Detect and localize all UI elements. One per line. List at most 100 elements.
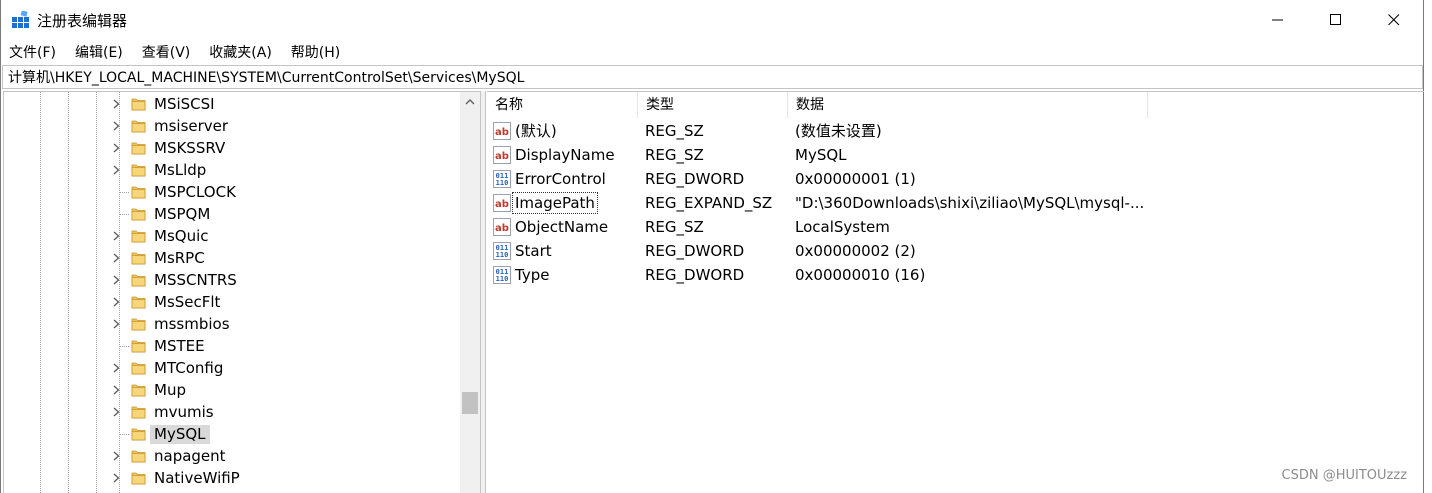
tree-item-label: MsSecFlt bbox=[154, 293, 221, 311]
tree-item[interactable]: MsQuic bbox=[4, 225, 460, 247]
tree-expander[interactable] bbox=[110, 450, 122, 462]
tree-expander[interactable] bbox=[110, 296, 122, 308]
value-name: ObjectName bbox=[515, 218, 609, 236]
tree-item-label: NativeWifiP bbox=[154, 469, 240, 487]
minimize-button[interactable] bbox=[1249, 0, 1307, 40]
list-item[interactable]: ab DisplayName REG_SZ MySQL bbox=[487, 143, 1407, 167]
tree-item[interactable]: mvumis bbox=[4, 401, 460, 423]
tree-item[interactable]: mssmbios bbox=[4, 313, 460, 335]
title-bar[interactable]: 注册表编辑器 bbox=[1, 0, 1423, 40]
tree-expander[interactable] bbox=[110, 98, 122, 110]
tree-item-label: MySQL bbox=[150, 425, 210, 444]
binary-value-icon: 011 110 bbox=[493, 242, 511, 260]
value-data: (数值未设置) bbox=[795, 122, 882, 140]
menu-view[interactable]: 查看(V) bbox=[140, 42, 193, 62]
chevron-right-icon bbox=[113, 143, 119, 153]
registry-editor-app-icon bbox=[12, 11, 29, 28]
string-value-icon: ab bbox=[493, 194, 511, 212]
pane-splitter[interactable] bbox=[480, 91, 486, 493]
tree-item-label: MSiSCSI bbox=[154, 95, 215, 113]
list-item[interactable]: ab (默认) REG_SZ (数值未设置) bbox=[487, 119, 1407, 143]
tree-item[interactable]: MsLldp bbox=[4, 159, 460, 181]
svg-text:110: 110 bbox=[496, 179, 509, 187]
chevron-right-icon bbox=[113, 165, 119, 175]
chevron-right-icon bbox=[113, 231, 119, 241]
svg-text:ab: ab bbox=[495, 151, 509, 162]
column-header-name[interactable]: 名称 bbox=[487, 92, 638, 118]
value-data: LocalSystem bbox=[795, 218, 890, 236]
folder-icon bbox=[131, 428, 146, 441]
list-item[interactable]: 011 110 Type REG_DWORD 0x00000010 (16) bbox=[487, 263, 1407, 287]
tree-expander[interactable] bbox=[110, 274, 122, 286]
column-header-type[interactable]: 类型 bbox=[638, 92, 788, 118]
tree-item[interactable]: msiserver bbox=[4, 115, 460, 137]
tree-item-label: mssmbios bbox=[154, 315, 230, 333]
tree-item[interactable]: Mup bbox=[4, 379, 460, 401]
scroll-up-button[interactable] bbox=[460, 92, 480, 112]
tree-expander[interactable] bbox=[110, 164, 122, 176]
tree-expander[interactable] bbox=[110, 362, 122, 374]
list-item[interactable]: ab ObjectName REG_SZ LocalSystem bbox=[487, 215, 1407, 239]
tree-expander[interactable] bbox=[110, 142, 122, 154]
folder-icon bbox=[131, 472, 146, 485]
tree-expander[interactable] bbox=[110, 384, 122, 396]
string-value-icon: ab bbox=[493, 122, 511, 140]
tree-expander[interactable] bbox=[110, 120, 122, 132]
folder-icon bbox=[131, 340, 146, 353]
folder-icon bbox=[131, 252, 146, 265]
value-name: ErrorControl bbox=[515, 170, 606, 188]
menu-bar: 文件(F) 编辑(E) 查看(V) 收藏夹(A) 帮助(H) bbox=[1, 40, 1423, 64]
list-header: 名称 类型 数据 bbox=[487, 92, 1424, 118]
tree-item-label: msiserver bbox=[154, 117, 229, 135]
tree-item[interactable]: MsRPC bbox=[4, 247, 460, 269]
minimize-icon bbox=[1272, 19, 1283, 21]
values-list-pane: 名称 类型 数据 ab (默认) REG_SZ (数值未设置) ab DisplayNam… bbox=[487, 91, 1424, 493]
tree-item-label: MSPCLOCK bbox=[154, 183, 236, 201]
menu-file[interactable]: 文件(F) bbox=[7, 42, 58, 62]
tree-expander[interactable] bbox=[110, 230, 122, 242]
scroll-thumb[interactable] bbox=[462, 392, 478, 414]
window-title: 注册表编辑器 bbox=[37, 12, 128, 30]
value-name: Type bbox=[515, 266, 550, 284]
tree-item[interactable]: MSSCNTRS bbox=[4, 269, 460, 291]
maximize-button[interactable] bbox=[1307, 0, 1365, 40]
value-data: 0x00000001 (1) bbox=[795, 170, 916, 188]
tree-expander[interactable] bbox=[110, 252, 122, 264]
list-item[interactable]: ab ImagePath REG_EXPAND_SZ "D:\360Downloads… bbox=[487, 191, 1407, 215]
tree-connector-line bbox=[119, 192, 129, 193]
folder-icon bbox=[131, 406, 146, 419]
tree-item[interactable]: MSPCLOCK bbox=[4, 181, 460, 203]
tree-expander[interactable] bbox=[110, 406, 122, 418]
tree-expander[interactable] bbox=[110, 472, 122, 484]
column-header-data[interactable]: 数据 bbox=[788, 92, 1148, 118]
close-button[interactable] bbox=[1365, 0, 1423, 40]
list-item[interactable]: 011 110 Start REG_DWORD 0x00000002 (2) bbox=[487, 239, 1407, 263]
folder-icon bbox=[131, 142, 146, 155]
svg-text:110: 110 bbox=[496, 275, 509, 283]
menu-help[interactable]: 帮助(H) bbox=[289, 42, 342, 62]
tree-item[interactable]: napagent bbox=[4, 445, 460, 467]
tree-expander[interactable] bbox=[110, 318, 122, 330]
address-path: 计算机\HKEY_LOCAL_MACHINE\SYSTEM\CurrentCon… bbox=[8, 70, 525, 86]
folder-icon bbox=[131, 98, 146, 111]
value-data: 0x00000002 (2) bbox=[795, 242, 916, 260]
menu-favorites[interactable]: 收藏夹(A) bbox=[207, 42, 274, 62]
tree-item[interactable]: MSTEE bbox=[4, 335, 460, 357]
tree-item[interactable]: MTConfig bbox=[4, 357, 460, 379]
tree-item[interactable]: MSiSCSI bbox=[4, 93, 460, 115]
binary-value-icon: 011 110 bbox=[493, 170, 511, 188]
address-bar[interactable]: 计算机\HKEY_LOCAL_MACHINE\SYSTEM\CurrentCon… bbox=[2, 65, 1423, 89]
tree-item[interactable]: MsSecFlt bbox=[4, 291, 460, 313]
tree-vertical-scrollbar[interactable] bbox=[460, 92, 480, 493]
tree-item[interactable]: MSPQM bbox=[4, 203, 460, 225]
tree-item[interactable]: MSKSSRV bbox=[4, 137, 460, 159]
chevron-right-icon bbox=[113, 297, 119, 307]
value-data: MySQL bbox=[795, 146, 847, 164]
tree-item[interactable]: MySQL bbox=[4, 423, 460, 445]
tree-item-label: napagent bbox=[154, 447, 226, 465]
folder-icon bbox=[131, 208, 146, 221]
menu-edit[interactable]: 编辑(E) bbox=[73, 42, 125, 62]
tree-item[interactable]: NativeWifiP bbox=[4, 467, 460, 489]
list-item[interactable]: 011 110 ErrorControl REG_DWORD 0x00000001 (1… bbox=[487, 167, 1407, 191]
value-type: REG_EXPAND_SZ bbox=[645, 194, 773, 212]
